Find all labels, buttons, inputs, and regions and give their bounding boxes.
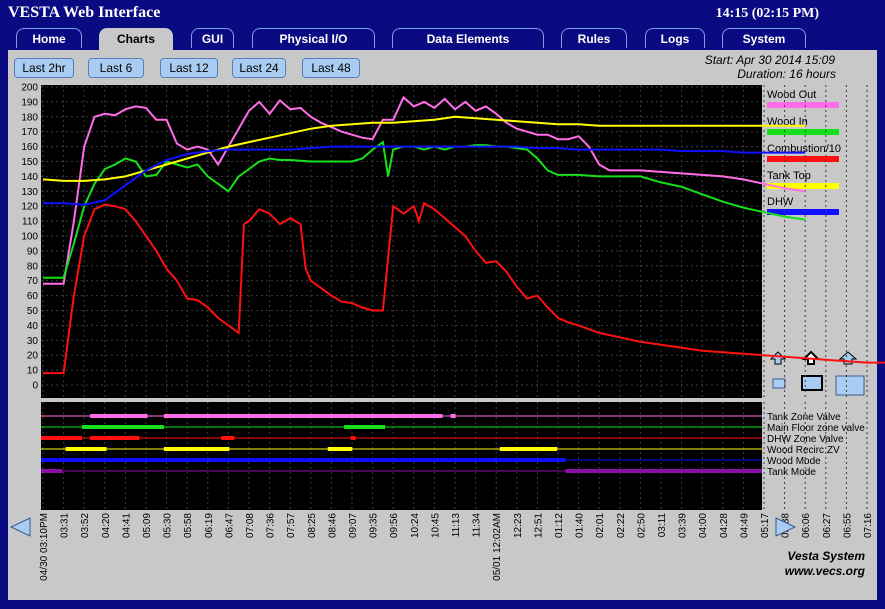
y-tick-label: 150 bbox=[21, 157, 38, 168]
state-label: DHW Zone Valve bbox=[767, 434, 844, 445]
y-tick-label: 20 bbox=[27, 351, 39, 362]
x-tick-label: 09:07 bbox=[348, 513, 359, 538]
x-tick-label: 03:52 bbox=[80, 513, 91, 538]
x-tick-label: 11:34 bbox=[472, 513, 483, 538]
x-tick-label: 09:56 bbox=[389, 513, 400, 538]
x-tick-label: 03:11 bbox=[657, 513, 668, 538]
y-tick-label: 60 bbox=[27, 291, 39, 302]
x-tick-label: 06:27 bbox=[822, 513, 833, 538]
x-tick-label: 04:41 bbox=[121, 513, 132, 538]
x-tick-label: 10:45 bbox=[430, 513, 441, 538]
y-tick-label: 110 bbox=[22, 217, 38, 228]
y-tick-label: 140 bbox=[21, 172, 38, 183]
y-tick-label: 200 bbox=[21, 83, 38, 94]
x-tick-label: 06:19 bbox=[204, 513, 215, 538]
scroll-left-icon[interactable] bbox=[9, 517, 31, 537]
x-tick-label: 02:22 bbox=[616, 513, 627, 538]
x-tick-label: 08:46 bbox=[327, 513, 338, 538]
x-tick-label: 05:30 bbox=[163, 513, 174, 538]
x-tick-label: 04/30 03:10PM bbox=[39, 513, 50, 581]
x-tick-label: 07:57 bbox=[286, 513, 297, 538]
x-tick-label: 08:25 bbox=[307, 513, 318, 538]
x-tick-label: 05:09 bbox=[142, 513, 153, 538]
y-tick-label: 170 bbox=[21, 127, 38, 138]
y-tick-labels: 0 10 20 30 40 50 60 70 80 90 100 110 120 130 140 150 160… bbox=[21, 83, 38, 392]
state-series-labels: Tank Zone ValveMain Floor zone valveDHW … bbox=[767, 412, 865, 478]
x-tick-label: 04:20 bbox=[101, 513, 112, 538]
x-tick-labels: 04/30 03:10PM 03:31 03:52 04:20 04:41 05:09 05… bbox=[39, 513, 874, 581]
x-tick-label: 09:35 bbox=[369, 513, 380, 538]
y-tick-label: 120 bbox=[21, 202, 38, 213]
y-tick-label: 50 bbox=[27, 306, 39, 317]
state-label: Wood Mode bbox=[767, 456, 821, 467]
x-tick-label: 01:12 bbox=[554, 513, 565, 538]
x-tick-label: 03:31 bbox=[60, 513, 71, 538]
y-tick-label: 40 bbox=[27, 321, 39, 332]
x-tick-label: 07:16 bbox=[863, 513, 874, 538]
state-label: Main Floor zone valve bbox=[767, 423, 865, 434]
x-tick-label: 07:36 bbox=[266, 513, 277, 538]
x-tick-label: 10:24 bbox=[410, 513, 421, 538]
x-tick-label: 02:01 bbox=[595, 513, 606, 538]
x-tick-label: 03:39 bbox=[678, 513, 689, 538]
x-tick-label: 06:55 bbox=[842, 513, 853, 538]
state-label: Tank Zone Valve bbox=[767, 412, 841, 423]
y-tick-label: 80 bbox=[27, 261, 39, 272]
x-tick-label: 05:58 bbox=[183, 513, 194, 538]
y-tick-label: 100 bbox=[21, 232, 38, 243]
state-plot-area bbox=[41, 402, 762, 510]
x-tick-label: 02:50 bbox=[636, 513, 647, 538]
chart-canvas: 0 10 20 30 40 50 60 70 80 90 100 110 120 130 140 150 160… bbox=[9, 83, 885, 581]
state-label: Wood Recirc ZV bbox=[767, 445, 840, 456]
y-tick-label: 0 bbox=[32, 381, 38, 392]
x-tick-label: 07:08 bbox=[245, 513, 256, 538]
x-tick-label: 05/01 12:02AM bbox=[492, 513, 503, 581]
x-tick-label: 06:47 bbox=[224, 513, 235, 538]
x-tick-label: 06:06 bbox=[801, 513, 812, 538]
y-tick-label: 90 bbox=[27, 246, 39, 257]
x-tick-label: 04:00 bbox=[698, 513, 709, 538]
y-tick-label: 30 bbox=[27, 336, 39, 347]
y-tick-label: 10 bbox=[27, 366, 39, 377]
x-tick-label: 05:17 bbox=[760, 513, 771, 538]
x-tick-label: 12:51 bbox=[533, 513, 544, 538]
x-tick-label: 04:49 bbox=[739, 513, 750, 538]
y-tick-label: 190 bbox=[21, 97, 38, 108]
y-tick-label: 160 bbox=[21, 142, 38, 153]
y-tick-label: 180 bbox=[21, 112, 38, 123]
y-tick-label: 130 bbox=[21, 187, 38, 198]
x-tick-label: 04:28 bbox=[719, 513, 730, 538]
x-tick-label: 11:13 bbox=[451, 513, 462, 538]
y-tick-label: 70 bbox=[27, 276, 39, 287]
state-label: Tank Mode bbox=[767, 467, 816, 478]
x-tick-label: 01:40 bbox=[575, 513, 586, 538]
x-tick-label: 12:23 bbox=[513, 513, 524, 538]
